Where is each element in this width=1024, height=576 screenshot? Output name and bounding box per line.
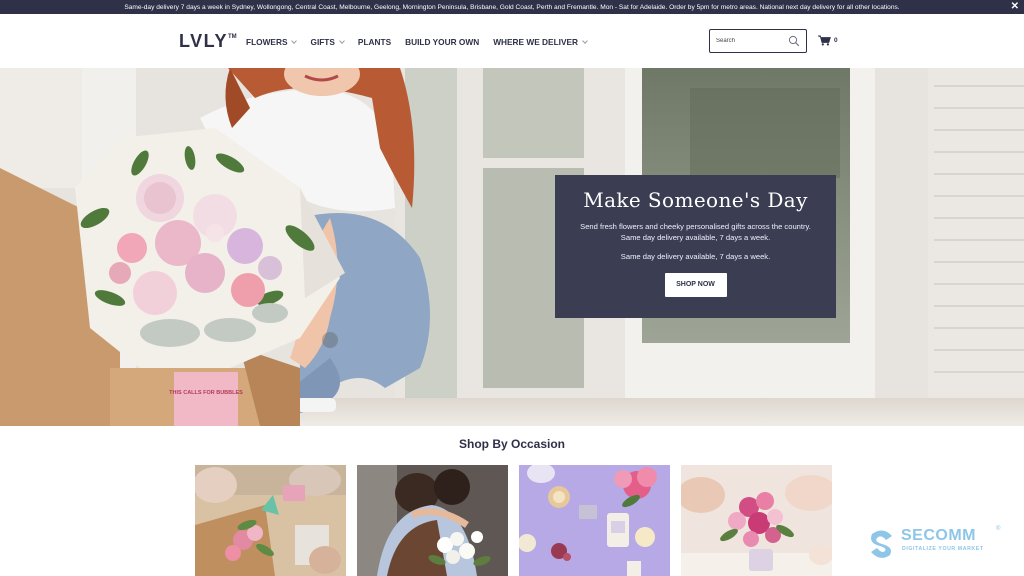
shop-now-button[interactable]: SHOP NOW — [664, 273, 727, 297]
nav-plants[interactable]: PLANTS — [358, 37, 391, 47]
nav-where-we-deliver[interactable]: WHERE WE DELIVER — [493, 37, 588, 47]
hero-card: Make Someone's Day Send fresh flowers an… — [555, 175, 836, 318]
nav-build-your-own-label: BUILD YOUR OWN — [405, 37, 480, 47]
occasion-image — [681, 465, 832, 576]
site-header: LVLYTM FLOWERS GIFTS PLANTS BUILD YOUR O… — [0, 14, 1024, 68]
hero-image: THIS CALLS FOR BUBBLES — [0, 68, 1024, 426]
watermark-tagline: DIGITALIZE YOUR MARKET — [902, 546, 984, 552]
tile-hug[interactable] — [357, 465, 508, 576]
watermark-name: SECOMM — [901, 527, 976, 544]
occasion-image — [357, 465, 508, 576]
watermark-registered: ® — [996, 526, 1001, 532]
occasion-image — [519, 465, 670, 576]
chevron-down-icon — [582, 37, 588, 44]
hero-subtitle: Send fresh flowers and cheeky personalis… — [580, 222, 811, 242]
nav-where-we-deliver-label: WHERE WE DELIVER — [493, 37, 579, 47]
watermark: SECOMM ® DIGITALIZE YOUR MARKET — [868, 526, 1008, 560]
nav-plants-label: PLANTS — [357, 37, 392, 47]
tile-flatlay[interactable] — [519, 465, 670, 576]
search-input[interactable] — [716, 38, 788, 44]
hero-subtitle-2: Same day delivery available, 7 days a we… — [620, 252, 771, 261]
close-icon[interactable]: ✕ — [1011, 1, 1019, 13]
hero-title: Make Someone's Day — [583, 188, 808, 212]
logo-trademark: TM — [228, 34, 237, 40]
search-box — [709, 29, 807, 53]
cart-icon — [818, 35, 831, 46]
tile-gift-unboxing[interactable] — [195, 465, 346, 576]
occasion-tiles — [195, 465, 832, 576]
announcement-text: Same-day delivery 7 days a week in Sydne… — [124, 3, 900, 11]
logo-text: LVLY — [179, 31, 229, 51]
logo[interactable]: LVLYTM — [179, 31, 237, 52]
nav-build-your-own[interactable]: BUILD YOUR OWN — [405, 37, 479, 47]
chevron-down-icon — [339, 37, 345, 44]
cart-button[interactable]: 0 — [818, 35, 838, 46]
chevron-down-icon — [291, 37, 298, 44]
occasion-image — [195, 465, 346, 576]
section-title: Shop By Occasion — [458, 437, 566, 451]
search-icon[interactable] — [788, 35, 800, 47]
nav-gifts[interactable]: GIFTS — [310, 37, 345, 47]
watermark-logo-icon — [871, 530, 892, 558]
nav-flowers[interactable]: FLOWERS — [246, 37, 298, 47]
announcement-bar: Same-day delivery 7 days a week in Sydne… — [0, 0, 1024, 14]
nav-flowers-label: FLOWERS — [246, 37, 288, 47]
nav-gifts-label: GIFTS — [310, 37, 335, 47]
gift-card-text: THIS CALLS FOR BUBBLES — [169, 390, 243, 396]
hero-banner: THIS CALLS FOR BUBBLES Make Someone's Da… — [0, 68, 1024, 426]
tile-celebration[interactable] — [681, 465, 832, 576]
cart-count: 0 — [834, 37, 838, 44]
main-nav: FLOWERS GIFTS PLANTS BUILD YOUR OWN WHER… — [246, 37, 601, 47]
